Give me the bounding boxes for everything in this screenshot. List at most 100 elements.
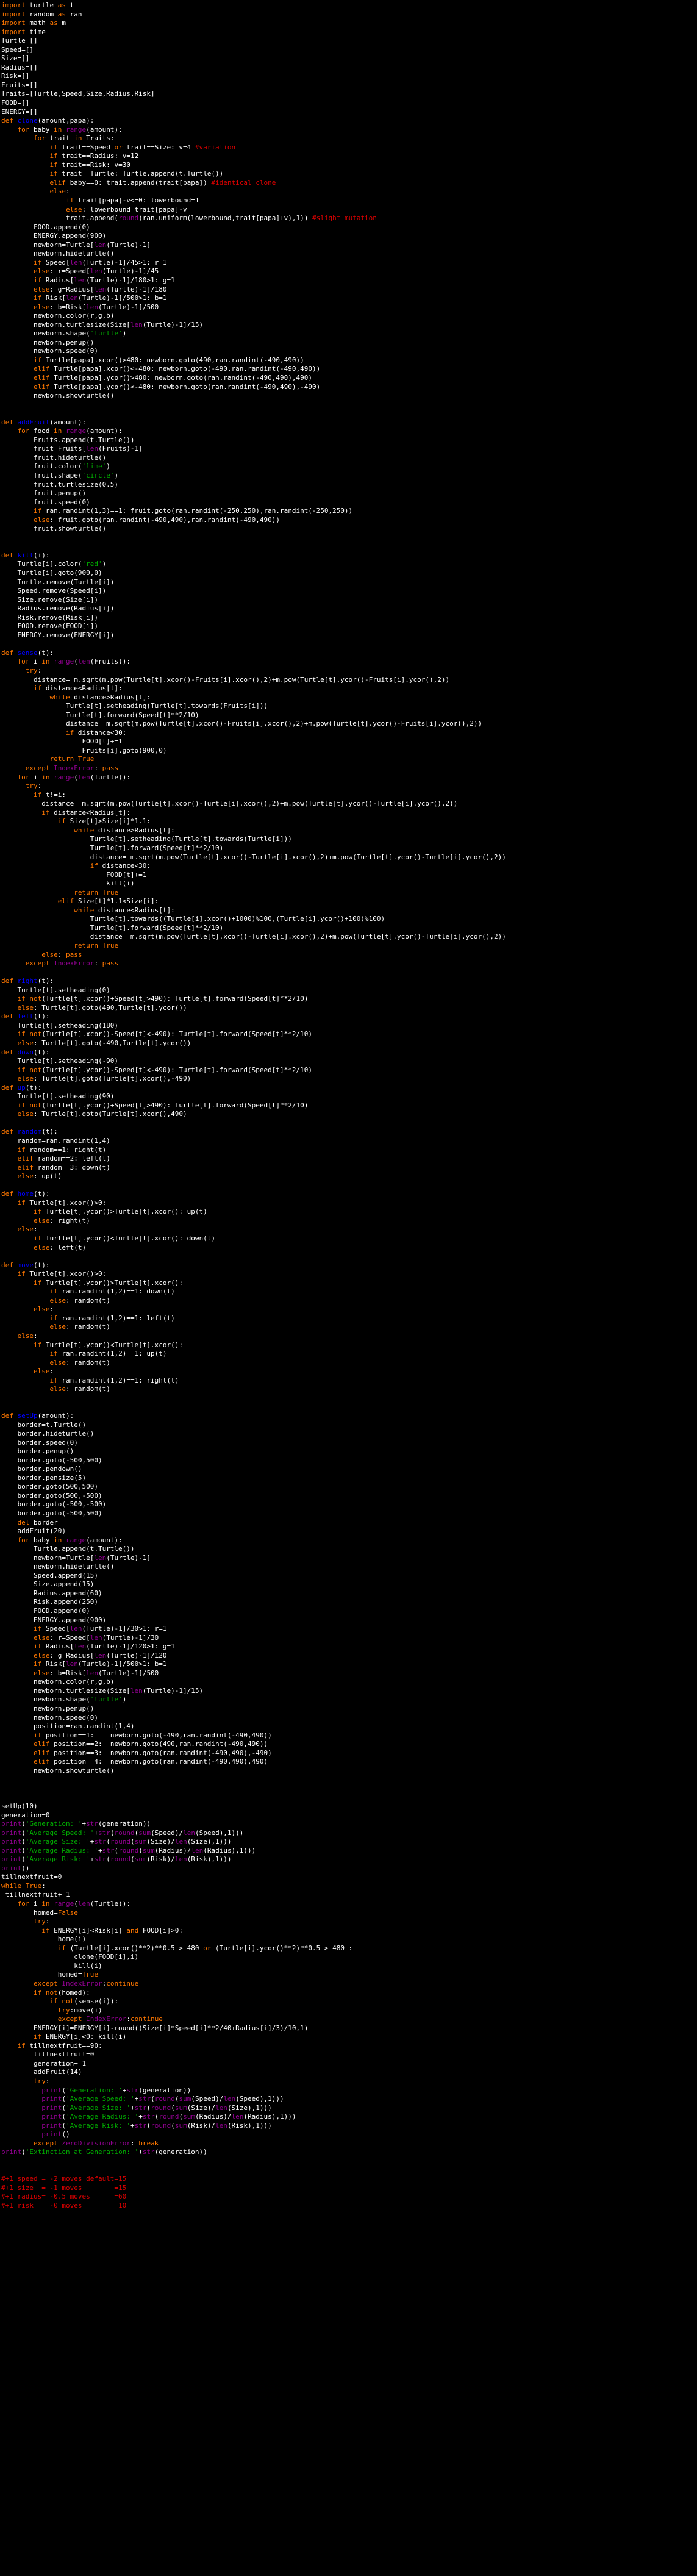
- code-line[interactable]: Size.append(15): [0, 1580, 697, 1589]
- code-line[interactable]: if not(sense(i)):: [0, 1997, 697, 2006]
- code-line[interactable]: print(): [0, 2130, 697, 2139]
- code-line[interactable]: if random==1: right(t): [0, 1146, 697, 1155]
- code-line[interactable]: newborn.shape('turtle'): [0, 329, 697, 338]
- code-line[interactable]: else: b=Risk[len(Turtle)-1]/500: [0, 1669, 697, 1678]
- code-line[interactable]: clone(FOOD[i],i): [0, 1953, 697, 1962]
- code-line[interactable]: print('Generation: '+str(generation)): [0, 1820, 697, 1829]
- code-line[interactable]: for i in range(len(Turtle)):: [0, 1900, 697, 1909]
- code-line[interactable]: Speed.append(15): [0, 1572, 697, 1581]
- code-line[interactable]: print('Average Risk: '+str(round(sum(Ris…: [0, 2122, 697, 2131]
- code-line[interactable]: if Turtle[t].ycor()<Turtle[t].xcor(): do…: [0, 1234, 697, 1243]
- code-line[interactable]: if Turtle[t].xcor()>0:: [0, 1199, 697, 1208]
- code-line[interactable]: border.goto(500,500): [0, 1483, 697, 1492]
- code-line[interactable]: if ran.randint(1,3)==1: fruit.goto(ran.r…: [0, 507, 697, 516]
- code-line[interactable]: except IndexError: pass: [0, 959, 697, 968]
- code-line[interactable]: if trait==Turtle: Turtle.append(t.Turtle…: [0, 170, 697, 179]
- code-line[interactable]: else:: [0, 1305, 697, 1314]
- code-line[interactable]: if Turtle[papa].xcor()>480: newborn.goto…: [0, 356, 697, 365]
- code-line[interactable]: Turtle[t].setheading(90): [0, 1092, 697, 1101]
- code-line[interactable]: if Risk[len(Turtle)-1]/500>1: b=1: [0, 1660, 697, 1669]
- code-line[interactable]: fruit.hideturtle(): [0, 454, 697, 463]
- code-line[interactable]: def home(t):: [0, 1190, 697, 1199]
- code-line[interactable]: border.goto(-500,500): [0, 1456, 697, 1465]
- code-line[interactable]: if (Turtle[i].xcor()**2)**0.5 > 480 or (…: [0, 1944, 697, 1953]
- code-line[interactable]: def right(t):: [0, 977, 697, 986]
- code-line[interactable]: Turtle=[]: [0, 37, 697, 46]
- code-line[interactable]: ENERGY[i]=ENERGY[i]-round((Size[i]*Speed…: [0, 2024, 697, 2033]
- code-line[interactable]: Fruits=[]: [0, 81, 697, 90]
- code-line[interactable]: Turtle[t].setheading(0): [0, 986, 697, 995]
- code-line[interactable]: #+1 size = -1 moves =15: [0, 2184, 697, 2193]
- code-line[interactable]: #+1 radius= -0.5 moves =60: [0, 2192, 697, 2202]
- code-line[interactable]: if distance<Radius[t]:: [0, 809, 697, 818]
- code-line[interactable]: if ran.randint(1,2)==1: left(t): [0, 1314, 697, 1323]
- code-line[interactable]: for food in range(amount):: [0, 427, 697, 436]
- code-line[interactable]: Risk.remove(Risk[i]): [0, 614, 697, 623]
- code-line[interactable]: [0, 968, 697, 978]
- code-line[interactable]: generation+=1: [0, 2059, 697, 2069]
- code-line[interactable]: if not(Turtle[t].xcor()+Speed[t]>490): T…: [0, 995, 697, 1004]
- code-line[interactable]: kill(i): [0, 879, 697, 889]
- code-line[interactable]: border.goto(-500,500): [0, 1509, 697, 1519]
- code-line[interactable]: newborn.color(r,g,b): [0, 312, 697, 321]
- code-line[interactable]: for trait in Traits:: [0, 134, 697, 143]
- code-line[interactable]: fruit=Fruits[len(Fruits)-1]: [0, 445, 697, 454]
- code-line[interactable]: if Size[t]>Size[i]*1.1:: [0, 817, 697, 826]
- code-line[interactable]: ENERGY.append(900): [0, 1616, 697, 1625]
- code-line[interactable]: Turtle[t].forward(Speed[t]**2/10): [0, 711, 697, 720]
- code-line[interactable]: if ENERGY[i]<0: kill(i): [0, 2033, 697, 2042]
- code-line[interactable]: Risk.append(250): [0, 1598, 697, 1607]
- code-line[interactable]: tillnextfruit=0: [0, 1873, 697, 1882]
- code-line[interactable]: if ENERGY[i]<Risk[i] and FOOD[i]>0:: [0, 1927, 697, 1936]
- code-line[interactable]: else: Turtle[t].goto(Turtle[t].xcor(),49…: [0, 1110, 697, 1119]
- code-line[interactable]: except IndexError: pass: [0, 764, 697, 773]
- code-line[interactable]: import time: [0, 28, 697, 37]
- code-line[interactable]: print('Average Size: '+str(round(sum(Siz…: [0, 1837, 697, 1847]
- code-line[interactable]: [0, 1119, 697, 1128]
- code-line[interactable]: if distance<30:: [0, 729, 697, 738]
- code-line[interactable]: Risk=[]: [0, 72, 697, 81]
- code-line[interactable]: if tillnextfruit==90:: [0, 2042, 697, 2051]
- code-line[interactable]: newborn.speed(0): [0, 347, 697, 356]
- code-line[interactable]: print('Extinction at Generation: '+str(g…: [0, 2148, 697, 2157]
- code-line[interactable]: if trait==Speed or trait==Size: v=4 #var…: [0, 143, 697, 152]
- code-line[interactable]: print('Average Speed: '+str(round(sum(Sp…: [0, 1829, 697, 1838]
- code-line[interactable]: newborn.turtlesize(Size[len(Turtle)-1]/1…: [0, 1687, 697, 1696]
- code-line[interactable]: Turtle[t].setheading(-90): [0, 1057, 697, 1066]
- code-line[interactable]: else: up(t): [0, 1172, 697, 1181]
- code-line[interactable]: random=ran.randint(1,4): [0, 1137, 697, 1146]
- code-line[interactable]: else:: [0, 187, 697, 196]
- code-line[interactable]: else: pass: [0, 951, 697, 960]
- code-line[interactable]: Radius.append(60): [0, 1589, 697, 1598]
- code-line[interactable]: else: g=Radius[len(Turtle)-1]/120: [0, 1651, 697, 1661]
- code-line[interactable]: Turtle[t].forward(Speed[t]**2/10): [0, 844, 697, 853]
- code-line[interactable]: border.goto(500,-500): [0, 1492, 697, 1501]
- code-line[interactable]: #+1 speed = -2 moves default=15: [0, 2175, 697, 2184]
- code-line[interactable]: border.goto(-500,-500): [0, 1500, 697, 1509]
- code-line[interactable]: try:move(i): [0, 2006, 697, 2016]
- code-line[interactable]: Turtle.append(t.Turtle()): [0, 1545, 697, 1554]
- code-line[interactable]: newborn.turtlesize(Size[len(Turtle)-1]/1…: [0, 321, 697, 330]
- code-line[interactable]: border.speed(0): [0, 1439, 697, 1448]
- code-line[interactable]: elif Size[t]*1.1<Size[i]:: [0, 897, 697, 906]
- code-line[interactable]: distance= m.sqrt(m.pow(Turtle[t].xcor()-…: [0, 800, 697, 809]
- code-line[interactable]: elif baby==0: trait.append(trait[papa]) …: [0, 179, 697, 188]
- code-line[interactable]: Turtle[i].goto(900,0): [0, 569, 697, 578]
- code-line[interactable]: if ran.randint(1,2)==1: up(t): [0, 1350, 697, 1359]
- code-line[interactable]: [0, 401, 697, 410]
- code-line[interactable]: newborn.speed(0): [0, 1714, 697, 1723]
- code-line[interactable]: Speed.remove(Speed[i]): [0, 587, 697, 596]
- code-line[interactable]: newborn.hideturtle(): [0, 1562, 697, 1572]
- code-line[interactable]: ENERGY=[]: [0, 108, 697, 117]
- code-line[interactable]: else:: [0, 1332, 697, 1341]
- code-line[interactable]: else: random(t): [0, 1359, 697, 1368]
- code-line[interactable]: FOOD.remove(FOOD[i]): [0, 622, 697, 631]
- code-line[interactable]: [0, 1784, 697, 1794]
- code-line[interactable]: except IndexError:continue: [0, 1980, 697, 1989]
- code-line[interactable]: ENERGY.remove(ENERGY[i]): [0, 631, 697, 640]
- code-line[interactable]: fruit.speed(0): [0, 498, 697, 507]
- code-line[interactable]: import math as m: [0, 19, 697, 28]
- code-line[interactable]: else: Turtle[t].goto(490,Turtle[t].ycor(…: [0, 1004, 697, 1013]
- code-line[interactable]: [0, 534, 697, 543]
- code-line[interactable]: import turtle as t: [0, 1, 697, 10]
